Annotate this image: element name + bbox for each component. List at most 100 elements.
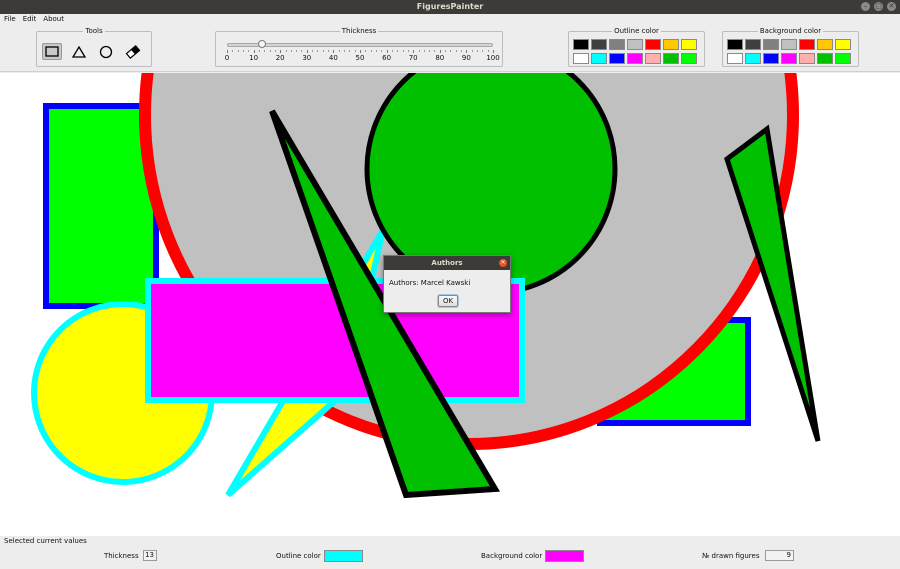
thickness-tick — [242, 50, 244, 52]
thickness-tick — [482, 50, 484, 52]
menu-file[interactable]: File — [4, 14, 16, 24]
thickness-tick-label: 60 — [382, 54, 392, 62]
tools-title: Tools — [83, 27, 105, 35]
thickness-tick-labels: 0 10 20 30 40 50 60 70 80 90 100 — [224, 54, 500, 63]
title-bar: FiguresPainter – ▢ ✕ — [0, 0, 900, 14]
thickness-tick — [397, 50, 399, 52]
thickness-status-value: 13 — [143, 550, 157, 561]
background-color-swatch[interactable] — [817, 53, 833, 64]
thickness-tick — [386, 50, 388, 53]
eraser-icon — [125, 44, 141, 59]
maximize-icon[interactable]: ▢ — [874, 2, 883, 11]
thickness-tick — [365, 50, 367, 52]
dialog-message: Authors: Marcel Kawski — [389, 279, 471, 287]
background-color-swatch[interactable] — [835, 39, 851, 50]
dialog-title: Authors — [431, 259, 463, 267]
thickness-tick-label: 10 — [249, 54, 259, 62]
outline-color-swatch[interactable] — [627, 39, 643, 50]
figure-rectangle — [43, 103, 159, 309]
background-color-swatch[interactable] — [727, 53, 743, 64]
outline-status-label: Outline color — [276, 552, 321, 560]
thickness-tick — [370, 50, 372, 52]
outline-color-swatch[interactable] — [681, 39, 697, 50]
outline-color-swatch[interactable] — [591, 39, 607, 50]
outline-color-swatch[interactable] — [609, 53, 625, 64]
triangle-icon — [72, 45, 86, 58]
thickness-tick — [493, 50, 494, 53]
thickness-tick — [232, 50, 234, 52]
background-color-swatch[interactable] — [817, 39, 833, 50]
outline-color-group: Outline color — [568, 27, 705, 67]
dialog-close-icon[interactable]: ✕ — [499, 259, 507, 267]
background-status-label: Background color — [481, 552, 543, 560]
background-color-swatch[interactable] — [727, 39, 743, 50]
thickness-tick — [354, 50, 356, 52]
tools-group: Tools — [36, 27, 152, 67]
status-title: Selected current values — [4, 537, 87, 545]
outline-color-title: Outline color — [612, 27, 661, 35]
thickness-tick — [253, 50, 255, 53]
thickness-tick — [477, 50, 479, 52]
background-color-swatch[interactable] — [799, 53, 815, 64]
outline-color-swatch[interactable] — [663, 53, 679, 64]
thickness-tick — [471, 50, 473, 52]
background-color-preview — [545, 550, 584, 562]
background-color-swatch[interactable] — [781, 39, 797, 50]
outline-color-swatch[interactable] — [645, 39, 661, 50]
thickness-tick — [306, 50, 308, 53]
outline-color-swatch[interactable] — [645, 53, 661, 64]
thickness-tick — [423, 50, 425, 52]
background-color-swatch[interactable] — [835, 53, 851, 64]
ok-button[interactable]: OK — [438, 295, 458, 307]
drawing-canvas[interactable]: Authors ✕ Authors: Marcel Kawski OK — [0, 73, 900, 536]
outline-color-preview — [324, 550, 363, 562]
background-color-swatch[interactable] — [745, 39, 761, 50]
thickness-tick — [407, 50, 409, 52]
outline-color-swatch[interactable] — [609, 39, 625, 50]
thickness-tick — [391, 50, 393, 52]
thickness-tick-label: 100 — [486, 54, 500, 62]
outline-color-swatch[interactable] — [663, 39, 679, 50]
background-color-swatch[interactable] — [763, 39, 779, 50]
thickness-tick — [237, 50, 239, 52]
rectangle-tool[interactable] — [42, 43, 62, 60]
thickness-tick — [312, 50, 314, 52]
eraser-tool[interactable] — [123, 43, 143, 60]
outline-color-swatch[interactable] — [627, 53, 643, 64]
window-title: FiguresPainter — [416, 2, 484, 11]
thickness-tick — [328, 50, 330, 52]
thickness-tick — [258, 50, 260, 52]
background-color-title: Background color — [757, 27, 824, 35]
background-color-swatch[interactable] — [799, 39, 815, 50]
outline-color-swatch[interactable] — [573, 53, 589, 64]
thickness-tick — [269, 50, 271, 52]
minimize-icon[interactable]: – — [861, 2, 870, 11]
thickness-slider-track[interactable] — [227, 43, 493, 47]
toolbar: Tools Thickness 0 10 20 30 40 50 60 70 80 90 100 O… — [0, 24, 900, 72]
thickness-tick-label: 30 — [302, 54, 312, 62]
thickness-tick — [349, 50, 351, 52]
thickness-slider-thumb[interactable] — [257, 40, 266, 48]
thickness-tick — [248, 50, 250, 52]
background-color-swatches — [727, 39, 851, 64]
background-color-swatch[interactable] — [781, 53, 797, 64]
thickness-tick — [280, 50, 282, 53]
thickness-tick — [434, 50, 436, 52]
menu-about[interactable]: About — [43, 14, 64, 24]
thickness-tick-label: 0 — [224, 54, 230, 62]
menu-edit[interactable]: Edit — [23, 14, 37, 24]
thickness-group: Thickness 0 10 20 30 40 50 60 70 80 90 100 — [215, 27, 503, 67]
rectangle-icon — [45, 46, 59, 57]
circle-tool[interactable] — [96, 43, 116, 60]
background-color-swatch[interactable] — [745, 53, 761, 64]
close-icon[interactable]: ✕ — [887, 2, 896, 11]
thickness-tick — [338, 50, 340, 52]
thickness-tick — [317, 50, 319, 52]
outline-color-swatch[interactable] — [591, 53, 607, 64]
triangle-tool[interactable] — [69, 43, 89, 60]
outline-color-swatch[interactable] — [681, 53, 697, 64]
thickness-tick — [301, 50, 303, 52]
background-color-swatch[interactable] — [763, 53, 779, 64]
status-bar: Selected current values Thickness 13 Out… — [0, 536, 900, 569]
outline-color-swatch[interactable] — [573, 39, 589, 50]
